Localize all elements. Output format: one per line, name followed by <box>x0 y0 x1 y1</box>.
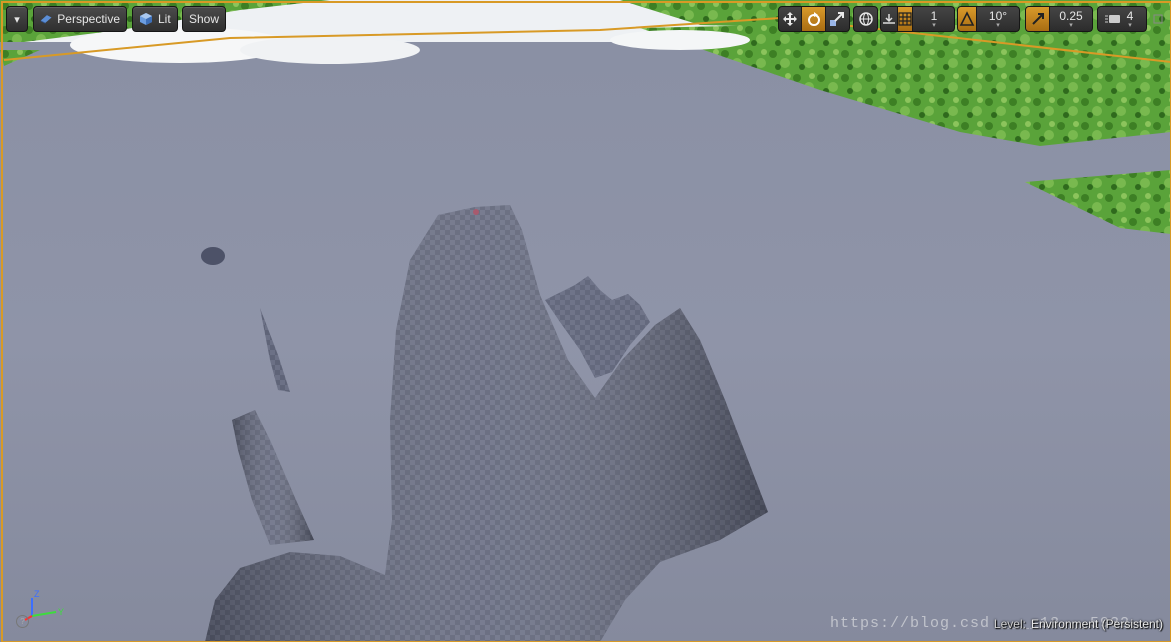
perspective-button[interactable]: Perspective <box>33 6 127 32</box>
axis-z-label: Z <box>34 589 40 599</box>
level-viewport[interactable]: ▾ Perspective Lit Show 1 ▾ 10° ▾ 0.25 ▾ … <box>0 0 1171 642</box>
surface-snap-icon <box>883 14 895 24</box>
grid-snap-value-dropdown[interactable]: 1 ▾ <box>913 7 954 31</box>
rotation-snap-value: 10° <box>988 8 1008 23</box>
translate-icon <box>783 12 798 26</box>
grid-snap-group: 1 ▾ <box>880 6 955 32</box>
world-local-icon <box>858 12 873 26</box>
lit-label: Lit <box>158 12 171 26</box>
lit-button[interactable]: Lit <box>132 6 178 32</box>
level-status-value: Environment (Persistent) <box>1030 617 1163 631</box>
perspective-label: Perspective <box>57 12 120 26</box>
scene-render[interactable] <box>0 0 1171 642</box>
show-button[interactable]: Show <box>182 6 226 32</box>
chevron-down-icon: ▾ <box>932 21 936 29</box>
scale-icon <box>830 12 845 26</box>
perspective-icon <box>40 15 52 24</box>
world-local-button[interactable] <box>854 7 877 31</box>
grid-snap-value: 1 <box>930 8 938 23</box>
rotate-icon <box>807 12 820 26</box>
level-status-label: Level: <box>993 617 1026 631</box>
help-icon[interactable]: ? <box>16 615 29 628</box>
viewport-options-icon: ▾ <box>14 13 20 26</box>
grid-snap-icon <box>898 12 912 26</box>
rotation-snap-toggle[interactable] <box>958 7 977 31</box>
maximize-viewport-button[interactable] <box>1152 12 1164 24</box>
viewport-options-button[interactable]: ▾ <box>6 6 28 32</box>
show-label: Show <box>188 12 220 26</box>
scale-snap-group: 0.25 ▾ <box>1025 6 1093 32</box>
rotation-snap-icon <box>959 11 975 26</box>
camera-speed-group: 4 ▾ <box>1097 6 1147 32</box>
maximize-icon <box>1153 14 1163 24</box>
camera-speed-value: 4 <box>1126 8 1134 23</box>
scale-snap-icon <box>1031 13 1044 25</box>
rotation-snap-value-dropdown[interactable]: 10° ▾ <box>977 7 1019 31</box>
surface-snap-button[interactable] <box>881 7 898 31</box>
rotate-tool-button[interactable] <box>802 7 826 31</box>
chevron-down-icon: ▾ <box>996 21 1000 29</box>
level-status: Level: Environment (Persistent) <box>994 617 1163 631</box>
scale-snap-toggle[interactable] <box>1026 7 1050 31</box>
scale-snap-value: 0.25 <box>1059 8 1083 23</box>
camera-speed-icon <box>1104 15 1120 23</box>
lit-icon <box>140 13 152 25</box>
transform-tools-group <box>778 6 850 32</box>
scale-snap-value-dropdown[interactable]: 0.25 ▾ <box>1050 7 1092 31</box>
translate-tool-button[interactable] <box>779 7 803 31</box>
scale-tool-button[interactable] <box>826 7 849 31</box>
rotation-snap-group: 10° ▾ <box>957 6 1020 32</box>
camera-speed-dropdown[interactable]: 4 ▾ <box>1098 7 1140 31</box>
chevron-down-icon: ▾ <box>1128 21 1132 29</box>
axis-y-label: Y <box>58 607 64 617</box>
grid-snap-toggle[interactable] <box>898 7 913 31</box>
chevron-down-icon: ▾ <box>1069 21 1073 29</box>
coordinate-space-group <box>853 6 878 32</box>
